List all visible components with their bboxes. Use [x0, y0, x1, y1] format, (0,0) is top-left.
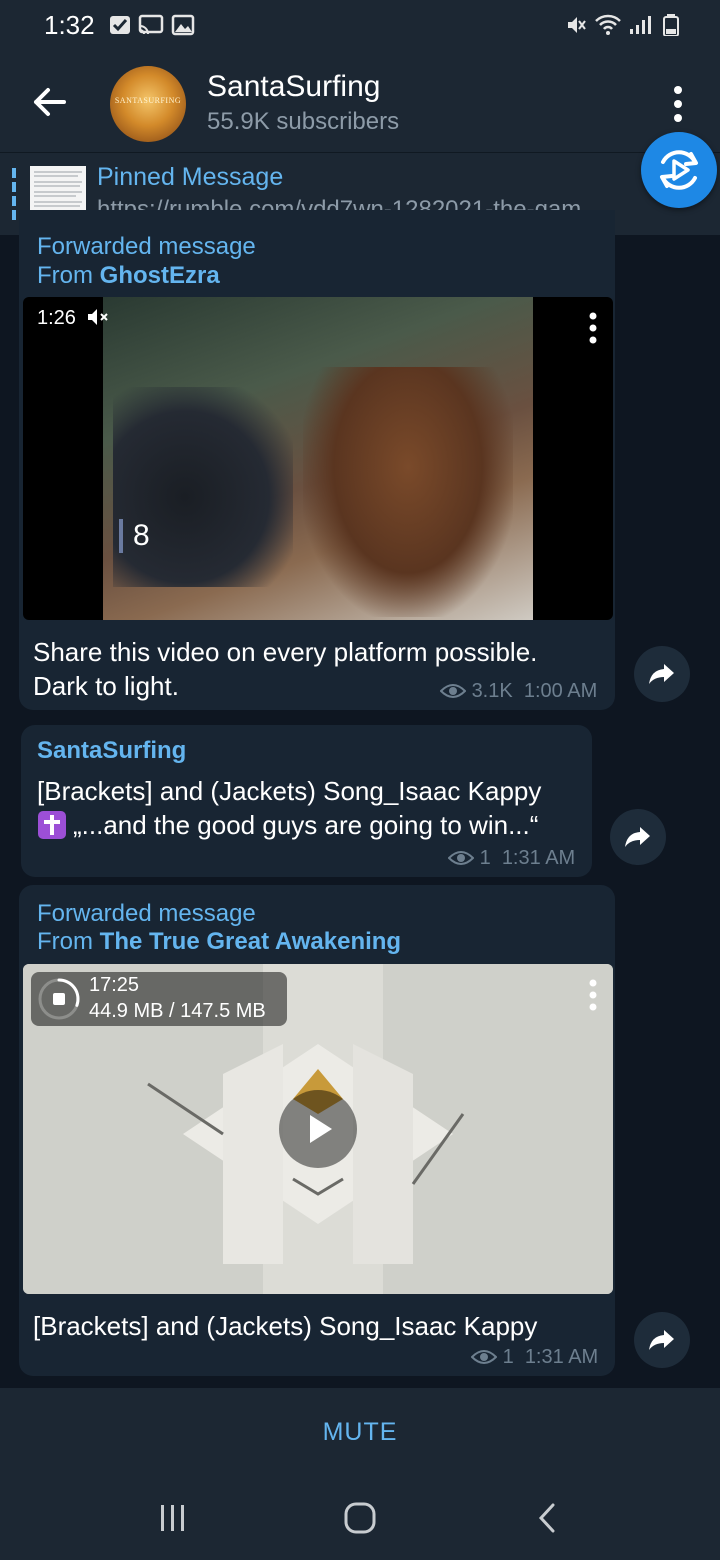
share-arrow-icon	[625, 827, 650, 847]
download-progress-icon[interactable]	[35, 975, 83, 1023]
mute-status-icon	[568, 17, 586, 33]
message-meta: 1 1:31 AM	[470, 1346, 599, 1369]
views-eye-icon	[447, 851, 475, 865]
video-time: 1:26	[37, 307, 112, 330]
nav-back-icon[interactable]	[535, 1500, 561, 1536]
muted-speaker-icon[interactable]	[86, 307, 112, 327]
video-overlay-number: 8	[119, 519, 150, 553]
video-player[interactable]: 1:26 8	[23, 297, 613, 620]
share-arrow-icon	[649, 664, 674, 684]
channel-avatar[interactable]: SANTASURFING	[110, 66, 186, 142]
gallery-notification-icon	[171, 14, 195, 36]
pinned-title: Pinned Message	[97, 163, 284, 191]
message-time: 1:31 AM	[501, 847, 576, 869]
views-count: 1	[479, 847, 491, 869]
signal-status-icon	[630, 16, 651, 34]
pinned-position-indicator	[12, 168, 16, 220]
video-menu-icon[interactable]	[587, 978, 599, 1012]
battery-status-icon	[663, 14, 679, 36]
video-menu-icon[interactable]	[587, 311, 599, 345]
message-text: [Brackets] and (Jackets) Song_Isaac Kapp…	[33, 1311, 538, 1341]
views-count: 1	[502, 1346, 514, 1368]
video-frame-figure	[303, 367, 513, 617]
play-icon	[310, 1115, 332, 1143]
video-duration: 17:25	[89, 974, 140, 996]
share-button[interactable]	[610, 809, 666, 865]
share-button[interactable]	[634, 646, 690, 702]
forwarded-from[interactable]: From GhostEzra	[37, 262, 220, 290]
latin-cross-emoji-icon	[38, 811, 66, 839]
forwarded-from-name[interactable]: GhostEzra	[100, 262, 220, 289]
forwarded-label: Forwarded message	[37, 233, 256, 260]
forwarded-from-name[interactable]: The True Great Awakening	[100, 928, 401, 955]
status-time: 1:32	[44, 10, 95, 40]
back-arrow-icon[interactable]	[28, 82, 72, 122]
message-author[interactable]: SantaSurfing	[37, 737, 186, 765]
message-text-line: Dark to light.	[33, 671, 179, 701]
forwarded-from[interactable]: From The True Great Awakening	[37, 928, 401, 956]
message-text-line: [Brackets] and (Jackets) Song_Isaac Kapp…	[37, 776, 542, 806]
video-refresh-icon	[660, 150, 698, 190]
video-player[interactable]: 17:25 44.9 MB / 147.5 MB	[23, 964, 613, 1294]
recent-apps-icon[interactable]	[157, 1502, 189, 1534]
message-text-line-2: „...and the good guys are going to win..…	[37, 808, 538, 842]
cast-notification-icon	[138, 14, 164, 35]
views-eye-icon	[439, 684, 467, 698]
views-eye-icon	[470, 1350, 498, 1364]
channel-subscribers: 55.9K subscribers	[207, 108, 400, 135]
message-time: 1:00 AM	[523, 680, 598, 702]
forwarded-label: Forwarded message	[37, 900, 256, 927]
message-meta: 3.1K 1:00 AM	[439, 680, 598, 703]
video-frame-detail	[113, 387, 293, 587]
message-meta: 1 1:31 AM	[447, 847, 576, 870]
message-time: 1:31 AM	[524, 1346, 599, 1368]
share-button[interactable]	[634, 1312, 690, 1368]
views-count: 3.1K	[471, 680, 513, 702]
share-arrow-icon	[649, 1330, 674, 1350]
wifi-status-icon	[595, 14, 621, 35]
checkbox-notification-icon	[110, 16, 130, 34]
floating-video-button[interactable]	[641, 132, 717, 208]
video-size: 44.9 MB / 147.5 MB	[89, 1000, 266, 1022]
message-text-line: Share this video on every platform possi…	[33, 637, 538, 667]
channel-title[interactable]: SantaSurfing	[207, 70, 380, 104]
avatar-logo-text: SANTASURFING	[114, 96, 182, 105]
play-button[interactable]	[279, 1090, 357, 1168]
more-options-icon[interactable]	[664, 84, 692, 124]
home-icon[interactable]	[342, 1500, 378, 1536]
mute-button[interactable]: MUTE	[0, 1418, 720, 1447]
